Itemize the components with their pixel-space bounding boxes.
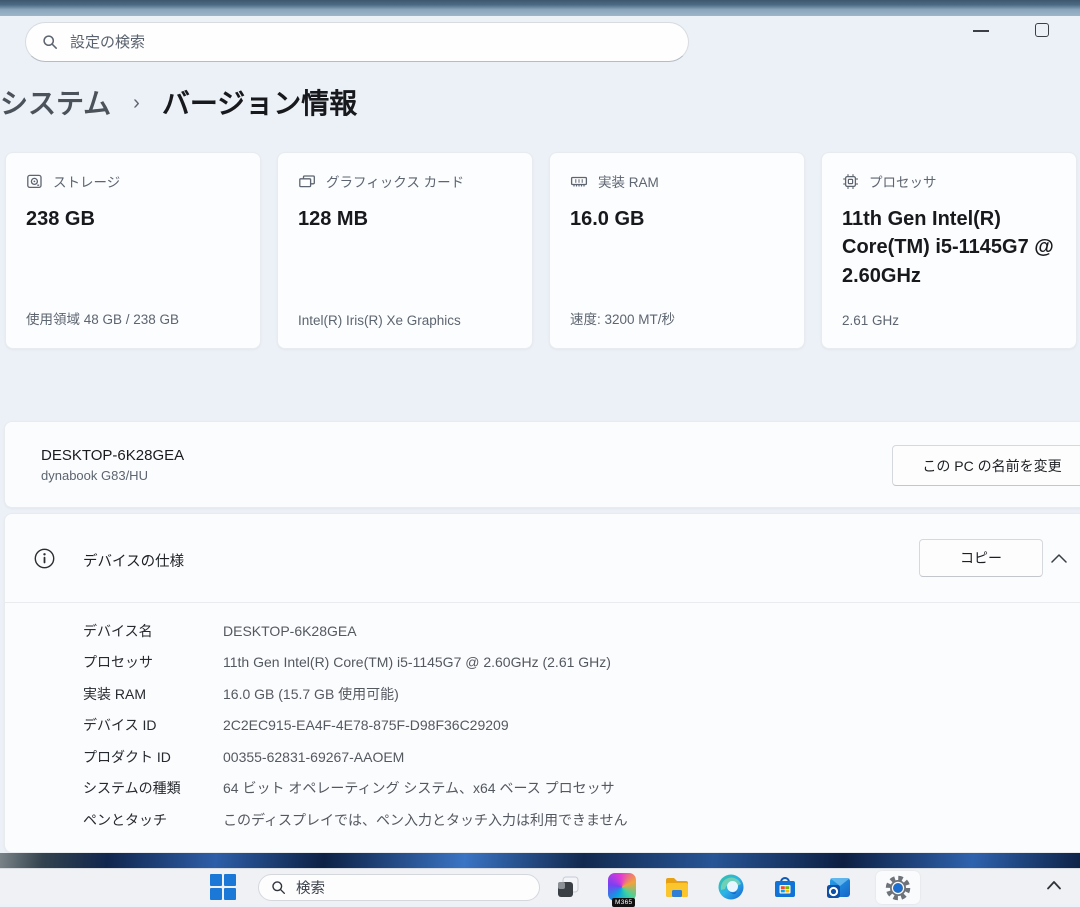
maximize-icon[interactable]: [1035, 23, 1049, 37]
card-label: プロセッサ: [869, 171, 937, 191]
file-explorer-icon[interactable]: [663, 873, 691, 901]
device-specs-card: デバイスの仕様 コピー デバイス名 DESKTOP-6K28GEA プロセッサ …: [4, 513, 1080, 853]
outlook-icon[interactable]: [825, 873, 853, 901]
minimize-icon[interactable]: [973, 30, 989, 32]
card-value: 128 MB: [298, 205, 512, 233]
gpu-icon: [298, 173, 316, 190]
rename-pc-button[interactable]: この PC の名前を変更: [892, 445, 1080, 486]
edge-icon[interactable]: [717, 873, 745, 901]
windows-settings-about-screen: { "window": { "search": { "placeholder":…: [0, 0, 1080, 904]
desktop-wallpaper-strip: [0, 853, 1080, 868]
chevron-right-icon: ›: [133, 92, 140, 115]
copy-button[interactable]: コピー: [919, 539, 1043, 577]
device-specs-title: デバイスの仕様: [83, 550, 184, 571]
taskbar-search[interactable]: 検索: [258, 874, 540, 901]
copilot-icon[interactable]: M365: [608, 873, 636, 901]
device-name-card: DESKTOP-6K28GEA dynabook G83/HU この PC の名…: [4, 421, 1080, 508]
settings-search-input[interactable]: [70, 34, 672, 51]
device-specs-header[interactable]: デバイスの仕様 コピー: [5, 514, 1080, 602]
spec-row-device-name: デバイス名 DESKTOP-6K28GEA: [5, 615, 1080, 647]
copilot-badge: M365: [612, 898, 635, 907]
graphics-card[interactable]: グラフィックス カード 128 MB Intel(R) Iris(R) Xe G…: [277, 152, 533, 349]
chevron-up-icon[interactable]: [1051, 554, 1067, 563]
device-specs-table: デバイス名 DESKTOP-6K28GEA プロセッサ 11th Gen Int…: [5, 603, 1080, 836]
storage-icon: [26, 173, 43, 190]
magnifier-icon: [271, 880, 286, 895]
spec-row-device-id: デバイス ID 2C2EC915-EA4F-4E78-875F-D98F36C2…: [5, 710, 1080, 742]
storage-card[interactable]: ストレージ 238 GB 使用領域 48 GB / 238 GB: [5, 152, 261, 349]
ram-card[interactable]: 実装 RAM 16.0 GB 速度: 3200 MT/秒: [549, 152, 805, 349]
card-label: グラフィックス カード: [326, 171, 464, 191]
info-icon: [34, 548, 55, 569]
processor-card[interactable]: プロセッサ 11th Gen Intel(R) Core(TM) i5-1145…: [821, 152, 1077, 349]
card-value: 11th Gen Intel(R) Core(TM) i5-1145G7 @ 2…: [842, 205, 1056, 290]
card-caption: 速度: 3200 MT/秒: [570, 308, 792, 328]
card-label: 実装 RAM: [598, 171, 659, 191]
card-value: 238 GB: [26, 205, 240, 233]
spec-row-processor: プロセッサ 11th Gen Intel(R) Core(TM) i5-1145…: [5, 647, 1080, 679]
gear-icon: [884, 874, 912, 902]
card-caption: 2.61 GHz: [842, 313, 1064, 328]
microsoft-store-icon[interactable]: [771, 873, 799, 901]
settings-search-box[interactable]: [25, 22, 689, 62]
spec-row-ram: 実装 RAM 16.0 GB (15.7 GB 使用可能): [5, 678, 1080, 710]
spec-row-pen-touch: ペンとタッチ このディスプレイでは、ペン入力とタッチ入力は利用できません: [5, 804, 1080, 836]
page-title: バージョン情報: [162, 82, 357, 122]
task-view-icon[interactable]: [554, 873, 582, 901]
card-caption: 使用領域 48 GB / 238 GB: [26, 308, 248, 328]
breadcrumb: システム › バージョン情報: [0, 82, 357, 122]
settings-app-icon[interactable]: [876, 871, 920, 904]
start-button[interactable]: [210, 874, 236, 900]
magnifier-icon: [42, 34, 58, 50]
taskbar-overflow-chevron-icon[interactable]: [1046, 880, 1062, 890]
spec-row-product-id: プロダクト ID 00355-62831-69267-AAOEM: [5, 741, 1080, 773]
background-window-strip: [0, 0, 1080, 16]
breadcrumb-system[interactable]: システム: [0, 82, 111, 122]
ram-icon: [570, 173, 588, 190]
cpu-icon: [842, 173, 859, 190]
taskbar-search-label: 検索: [296, 877, 325, 898]
card-value: 16.0 GB: [570, 205, 784, 233]
card-caption: Intel(R) Iris(R) Xe Graphics: [298, 313, 520, 328]
spec-row-system-type: システムの種類 64 ビット オペレーティング システム、x64 ベース プロセ…: [5, 773, 1080, 805]
taskbar: 検索 M365: [0, 868, 1080, 904]
summary-cards: ストレージ 238 GB 使用領域 48 GB / 238 GB グラフィックス…: [5, 152, 1077, 349]
card-label: ストレージ: [53, 171, 120, 191]
